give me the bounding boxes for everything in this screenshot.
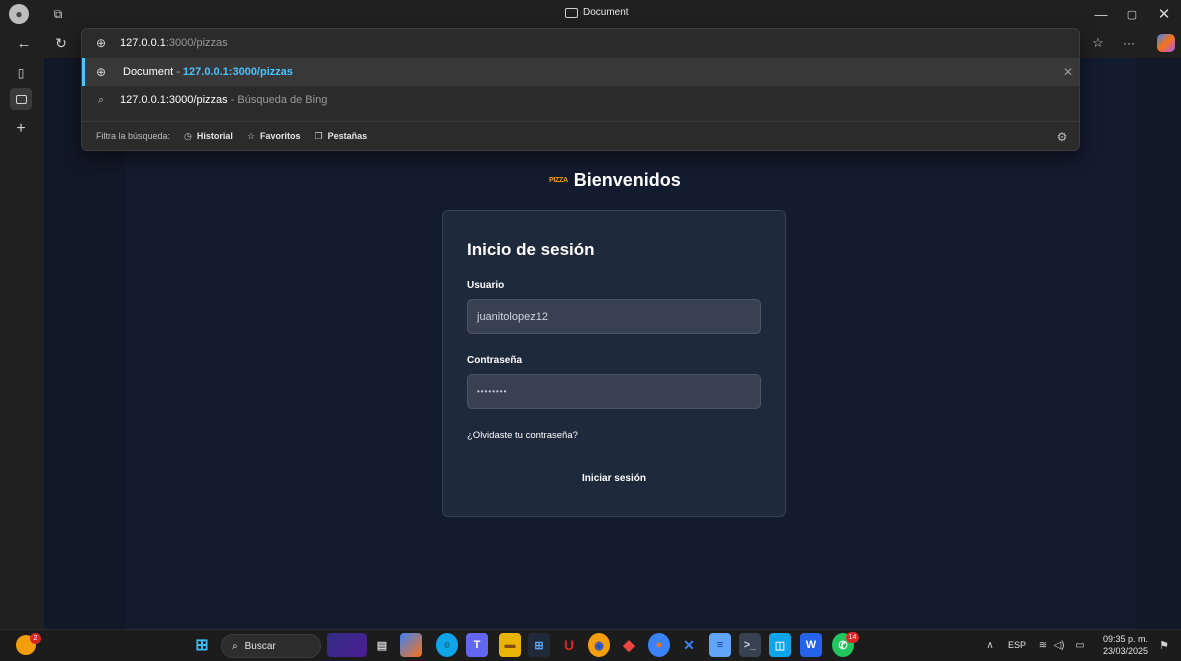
suggestion-document[interactable]: ⊕ Document - 127.0.0.1:3000/pizzas ✕ bbox=[82, 58, 1079, 86]
filter-favorites-label: Favoritos bbox=[260, 131, 301, 141]
new-tab-icon[interactable]: + bbox=[12, 120, 30, 138]
suggestion-title: Document bbox=[123, 66, 174, 78]
omnibox-dropdown: ⊕ 127.0.0.1:3000/pizzas ⊕ Document - 127… bbox=[81, 28, 1080, 151]
show-hidden-icons[interactable]: ∧ bbox=[983, 638, 997, 652]
login-button[interactable]: Iniciar sesión bbox=[467, 467, 761, 489]
globe-icon: ⊕ bbox=[95, 65, 107, 79]
suggestion-suffix: - Búsqueda de Bing bbox=[227, 94, 328, 106]
title-bar: ● ⧉ Document — ▢ ✕ bbox=[0, 0, 1181, 28]
input-language[interactable]: ESP bbox=[1008, 640, 1026, 650]
terminal-icon[interactable]: >_ bbox=[739, 633, 761, 657]
filter-history-label: Historial bbox=[196, 131, 233, 141]
workspaces-icon[interactable]: ⧉ bbox=[50, 6, 66, 22]
taskbar-search-icon: ⌕ bbox=[232, 640, 238, 652]
minimize-icon[interactable]: — bbox=[1090, 4, 1112, 24]
password-input[interactable]: •••••••• bbox=[467, 374, 761, 409]
history-icon: ◷ bbox=[184, 130, 192, 141]
tab-actions-icon[interactable]: ▯ bbox=[12, 64, 30, 82]
login-card: Inicio de sesión Usuario juanitolopez12 … bbox=[442, 210, 786, 517]
edge-icon[interactable]: e bbox=[436, 633, 458, 657]
address-path: :3000/pizzas bbox=[165, 37, 228, 49]
task-view-icon[interactable]: ▤ bbox=[371, 633, 393, 657]
mcafee-icon[interactable]: U bbox=[558, 633, 580, 657]
volume-icon[interactable]: ◁) bbox=[1052, 638, 1066, 652]
more-menu-icon[interactable]: ··· bbox=[1120, 34, 1138, 52]
close-window-icon[interactable]: ✕ bbox=[1153, 4, 1175, 24]
settings-gear-icon[interactable]: ⚙ bbox=[1054, 129, 1070, 145]
remove-suggestion-icon[interactable]: ✕ bbox=[1060, 64, 1076, 80]
address-host: 127.0.0.1 bbox=[120, 37, 166, 49]
chrome-canary-icon[interactable]: ◉ bbox=[588, 633, 610, 657]
profile-avatar-icon[interactable]: ● bbox=[9, 4, 29, 24]
filter-tabs-label: Pestañas bbox=[327, 131, 368, 141]
window-title-text: Document bbox=[583, 7, 629, 18]
restore-icon[interactable]: ▢ bbox=[1121, 4, 1143, 24]
search-icon: ⌕ bbox=[97, 93, 105, 106]
tabs-icon: ❐ bbox=[314, 130, 323, 141]
vertical-tabs-panel: ▯ + bbox=[0, 58, 44, 629]
brand-header: PIZZA Bienvenidos bbox=[549, 170, 681, 191]
username-input[interactable]: juanitolopez12 bbox=[467, 299, 761, 334]
copilot-icon[interactable] bbox=[1157, 34, 1175, 52]
back-icon[interactable]: ← bbox=[15, 34, 33, 52]
whatsapp-badge: 14 bbox=[846, 632, 859, 643]
start-windows-icon[interactable]: ⊞ bbox=[191, 633, 213, 657]
filter-history[interactable]: ◷ Historial bbox=[184, 131, 233, 142]
suggestion-query: 127.0.0.1:3000/pizzas bbox=[120, 94, 228, 106]
suggestion-bing-search[interactable]: ⌕ 127.0.0.1:3000/pizzas - Búsqueda de Bi… bbox=[82, 86, 1079, 114]
window-title: Document bbox=[565, 7, 629, 18]
filter-label: Filtra la búsqueda: bbox=[96, 131, 171, 141]
windows-taskbar: 2 ⊞ ⌕ Buscar ▤ e T ▬ ⊞ U ◉ ◆ ● ✕ ≡ >_ ◫ … bbox=[0, 629, 1181, 661]
remote-desktop-icon[interactable]: ◫ bbox=[769, 633, 791, 657]
star-icon: ☆ bbox=[246, 130, 255, 141]
pizza-logo: PIZZA bbox=[549, 177, 568, 184]
store-icon[interactable]: ⊞ bbox=[528, 633, 550, 657]
notepad-icon[interactable]: ≡ bbox=[709, 633, 731, 657]
page-title: Bienvenidos bbox=[573, 170, 681, 190]
filter-tabs[interactable]: ❐ Pestañas bbox=[315, 131, 368, 142]
address-input[interactable]: ⊕ 127.0.0.1:3000/pizzas bbox=[82, 29, 1079, 57]
tab-document[interactable] bbox=[10, 88, 32, 110]
refresh-icon[interactable]: ↻ bbox=[52, 34, 70, 52]
favorites-bar-icon[interactable]: ☆ bbox=[1089, 34, 1107, 52]
word-icon[interactable]: W bbox=[800, 633, 822, 657]
page-icon bbox=[565, 7, 578, 18]
username-label: Usuario bbox=[467, 280, 505, 291]
firefox-icon[interactable]: ● bbox=[648, 633, 670, 657]
vscode-icon[interactable]: ✕ bbox=[678, 633, 700, 657]
file-explorer-icon[interactable]: ▬ bbox=[499, 633, 521, 657]
notification-center-icon[interactable]: ⚑ bbox=[1156, 638, 1172, 652]
taskbar-search[interactable]: ⌕ Buscar bbox=[221, 634, 321, 658]
tab-page-icon bbox=[15, 94, 27, 104]
weather-widget-icon[interactable] bbox=[327, 633, 367, 657]
taskbar-search-label: Buscar bbox=[244, 640, 276, 652]
suggestion-url: 127.0.0.1:3000/pizzas bbox=[182, 66, 293, 78]
git-icon[interactable]: ◆ bbox=[618, 633, 640, 657]
wifi-icon[interactable]: ≋ bbox=[1036, 638, 1050, 652]
copilot-taskbar-icon[interactable] bbox=[400, 633, 422, 657]
suggestion-separator: - bbox=[173, 66, 183, 78]
filter-favorites[interactable]: ☆ Favoritos bbox=[247, 131, 301, 142]
notification-badge: 2 bbox=[30, 633, 41, 644]
teams-icon[interactable]: T bbox=[466, 633, 488, 657]
site-info-icon[interactable]: ⊕ bbox=[93, 35, 109, 51]
battery-icon[interactable]: ▭ bbox=[1072, 638, 1088, 652]
clock-time: 09:35 p. m. bbox=[1102, 634, 1148, 644]
password-label: Contraseña bbox=[467, 355, 523, 366]
forgot-password-link[interactable]: ¿Olvidaste tu contraseña? bbox=[467, 430, 578, 441]
clock[interactable]: 09:35 p. m. 23/03/2025 bbox=[1100, 633, 1148, 657]
clock-date: 23/03/2025 bbox=[1102, 646, 1148, 656]
login-title: Inicio de sesión bbox=[467, 240, 595, 259]
search-filter-bar: Filtra la búsqueda: ◷ Historial ☆ Favorito… bbox=[82, 121, 1079, 150]
